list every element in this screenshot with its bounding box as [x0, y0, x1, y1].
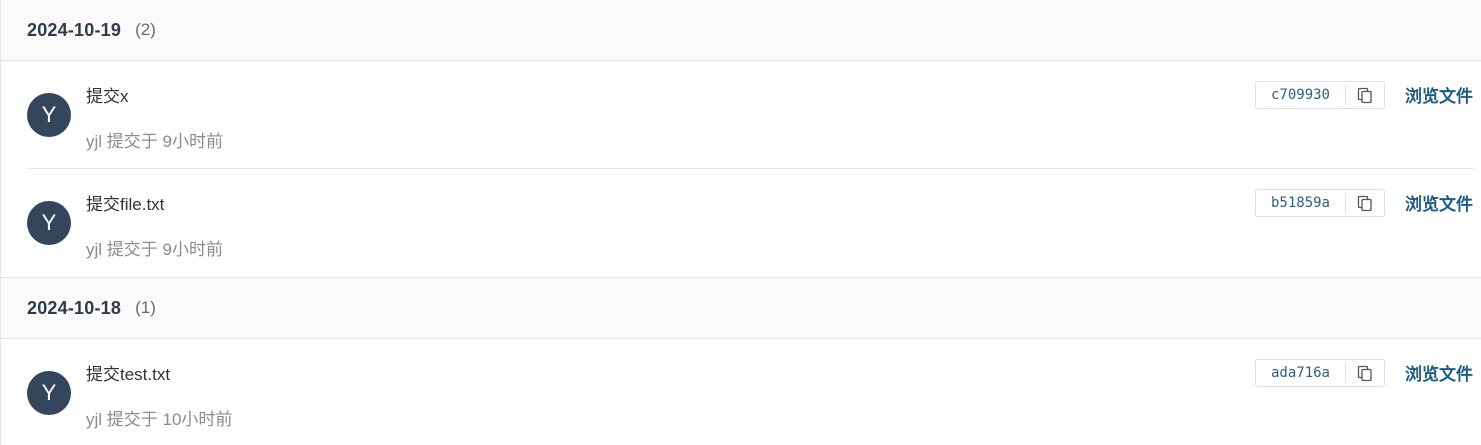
copy-icon[interactable]	[1346, 365, 1384, 382]
avatar[interactable]: Y	[27, 201, 71, 245]
group-count: (2)	[135, 20, 156, 39]
commit-list: 2024-10-19 (2) Y 提交x yjl 提交于 9小时前 c70993…	[0, 0, 1481, 445]
commit-sha-link[interactable]: c709930	[1256, 85, 1346, 105]
commit-sha-link[interactable]: ada716a	[1256, 363, 1346, 383]
commit-title[interactable]: 提交x	[86, 82, 129, 107]
commit-meta: yjl 提交于 9小时前	[86, 240, 223, 259]
commit-title[interactable]: 提交file.txt	[86, 190, 164, 215]
date-group-header: 2024-10-18 (1)	[1, 277, 1481, 339]
copy-icon-svg	[1357, 87, 1372, 103]
commit-meta: yjl 提交于 10小时前	[86, 410, 233, 429]
copy-icon-svg	[1357, 195, 1372, 211]
commit-meta: yjl 提交于 9小时前	[86, 132, 223, 151]
group-date: 2024-10-19	[27, 19, 122, 40]
copy-icon[interactable]	[1346, 195, 1384, 212]
commit-row: Y 提交file.txt yjl 提交于 9小时前 b51859a 浏览文件	[1, 169, 1481, 277]
browse-files-link[interactable]: 浏览文件	[1405, 82, 1473, 107]
copy-icon-svg	[1357, 365, 1372, 381]
group-count: (1)	[135, 298, 156, 317]
date-group-header: 2024-10-19 (2)	[1, 0, 1481, 61]
commit-sha-box: c709930	[1255, 81, 1385, 109]
commit-row: Y 提交x yjl 提交于 9小时前 c709930 浏览文件	[1, 61, 1481, 169]
avatar[interactable]: Y	[27, 93, 71, 137]
group-date: 2024-10-18	[27, 297, 122, 318]
browse-files-link[interactable]: 浏览文件	[1405, 190, 1473, 215]
commit-title[interactable]: 提交test.txt	[86, 360, 170, 385]
copy-icon[interactable]	[1346, 87, 1384, 104]
commit-sha-link[interactable]: b51859a	[1256, 193, 1346, 213]
commit-sha-box: ada716a	[1255, 359, 1385, 387]
avatar[interactable]: Y	[27, 371, 71, 415]
commit-sha-box: b51859a	[1255, 189, 1385, 217]
browse-files-link[interactable]: 浏览文件	[1405, 360, 1473, 385]
commit-row: Y 提交test.txt yjl 提交于 10小时前 ada716a 浏览文件	[1, 339, 1481, 445]
